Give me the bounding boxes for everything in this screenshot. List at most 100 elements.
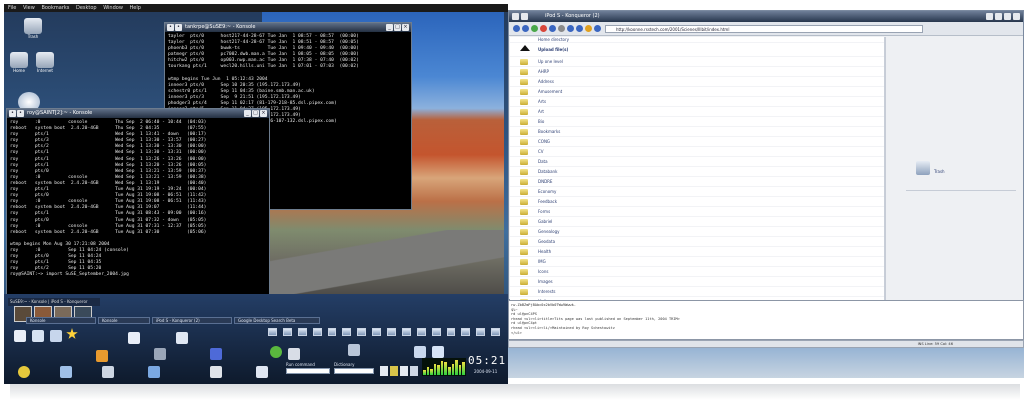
task-konsole-1[interactable]: Konsole [26, 317, 96, 324]
folder-item[interactable]: Forms [510, 207, 884, 217]
pin-icon[interactable]: • [17, 110, 24, 117]
maximize-icon[interactable] [1004, 13, 1011, 20]
help-icon[interactable] [986, 13, 993, 20]
folder-item[interactable]: CONG [510, 137, 884, 147]
kde-menu-icon[interactable] [14, 330, 26, 342]
maximize-icon[interactable]: □ [252, 110, 259, 117]
star-icon[interactable] [66, 328, 78, 339]
pin-icon[interactable]: • [175, 24, 182, 31]
folder-item[interactable]: Up one level [510, 57, 884, 67]
folder-item[interactable]: Bookmarks [510, 127, 884, 137]
pager-desktop[interactable] [401, 328, 411, 336]
task-konqueror[interactable]: iPod S - Konqueror (2) [152, 317, 232, 324]
pager-desktop[interactable] [387, 328, 396, 336]
pager-desktop[interactable] [282, 328, 292, 336]
folder-item[interactable]: Geodata [510, 237, 884, 247]
toolbar-button-icon[interactable] [531, 25, 538, 32]
settings-icon[interactable] [210, 348, 222, 360]
window-menu-icon[interactable]: • [167, 24, 174, 31]
pen-icon[interactable] [176, 332, 188, 344]
menu-file[interactable]: File [8, 5, 16, 11]
task-google-desktop[interactable]: Google Desktop Search Beta [234, 317, 320, 324]
tray-icon-4[interactable] [410, 366, 418, 376]
konqueror-titlebar[interactable]: iPod S - Konqueror (2) [509, 11, 1023, 22]
run-command-input[interactable] [286, 368, 330, 374]
mouse-icon[interactable] [210, 366, 222, 378]
pager-desktop[interactable] [327, 328, 337, 336]
toolbar-button-icon[interactable] [540, 25, 547, 32]
pager-desktop[interactable] [357, 328, 367, 336]
home-folder-icon[interactable] [32, 330, 44, 342]
desktop-icon-internet[interactable]: Internet [34, 52, 56, 73]
network-icon[interactable] [414, 346, 426, 358]
folder-item[interactable]: Address [510, 77, 884, 87]
konsole-bottom-titlebar[interactable]: • • roy@SAINT[2]:~ - Konsole _ □ × [7, 109, 269, 118]
folder-item[interactable]: Interests [510, 287, 884, 297]
clock-time[interactable]: 05:21 [468, 354, 506, 367]
konsole-top-titlebar[interactable]: • • tankrpe@SuSE9:~ - Konsole _ □ × [165, 23, 411, 32]
konsole-bottom-output[interactable]: roy :0 console Thu Sep 2 06:40 - 10:44 (… [7, 118, 269, 280]
mini-task-konqueror[interactable]: iPod S - Konqueror [51, 299, 88, 304]
reload-icon[interactable] [256, 366, 268, 378]
office-icon[interactable] [96, 350, 108, 362]
folder-item[interactable]: Amusement [510, 87, 884, 97]
pager-desktop[interactable] [372, 328, 381, 336]
folder-item[interactable]: Data [510, 157, 884, 167]
folder-item[interactable]: Arts [510, 97, 884, 107]
folder-item[interactable]: Art [510, 107, 884, 117]
toolbar-button-icon[interactable] [522, 25, 529, 32]
menu-help[interactable]: Help [130, 5, 141, 11]
toolbar-button-icon[interactable] [549, 25, 556, 32]
tray-icon-2[interactable] [390, 366, 398, 376]
folder-item[interactable]: IMG [510, 257, 884, 267]
folder-item[interactable]: Icons [510, 267, 884, 277]
toolbox-icon[interactable] [154, 348, 166, 360]
konqueror-window[interactable]: iPod S - Konqueror (2) http://koonne.rss… [508, 10, 1024, 300]
pager-desktop[interactable] [297, 328, 307, 336]
satellite-icon[interactable] [432, 346, 444, 358]
folder-item[interactable]: Gabriel [510, 217, 884, 227]
dog-icon[interactable] [348, 344, 360, 356]
editor-pane[interactable]: rw-ZbBZmPjBAbc0x2bVb0TWw9Wwwk- $%~ rd ul@p… [508, 300, 1024, 340]
editor-icon[interactable] [128, 332, 140, 344]
tray-icon-1[interactable] [380, 366, 388, 376]
toolbar-button-icon[interactable] [513, 25, 520, 32]
folder-item[interactable]: CV [510, 147, 884, 157]
folder-item[interactable]: Images [510, 277, 884, 287]
trash-panel-icon[interactable] [60, 366, 72, 378]
desktop-icon-trash[interactable]: Trash [22, 18, 44, 39]
pin-icon[interactable] [521, 13, 528, 20]
menu-desktop[interactable]: Desktop [76, 5, 97, 11]
folder-item[interactable]: Genealogy [510, 227, 884, 237]
close-icon[interactable]: × [260, 110, 267, 117]
pager-desktop[interactable] [342, 328, 352, 336]
trash-icon[interactable] [916, 161, 930, 175]
folder-item[interactable]: Feedback [510, 197, 884, 207]
menu-view[interactable]: View [23, 5, 35, 11]
tray-icon-3[interactable] [400, 366, 408, 376]
mail-icon[interactable] [102, 366, 114, 378]
mini-task-konsole[interactable]: SuSE9:~ - Konsole [10, 299, 47, 304]
desktop-icon-home[interactable]: Home [8, 52, 30, 73]
pager-desktop[interactable] [431, 328, 441, 336]
task-konsole-2[interactable]: Konsole [98, 317, 150, 324]
pager-desktop[interactable] [491, 328, 500, 336]
mini-taskbar[interactable]: SuSE9:~ - Konsole | iPod S - Konqueror [8, 298, 100, 306]
globe-app-icon[interactable] [270, 346, 282, 358]
pager-desktop[interactable] [416, 328, 426, 336]
folder-item[interactable]: Bio [510, 117, 884, 127]
menu-window[interactable]: Window [103, 5, 123, 11]
toolbar-button-icon[interactable] [558, 25, 565, 32]
pager-desktop[interactable] [461, 328, 471, 336]
sidebar-trash-label[interactable]: Trash [934, 169, 945, 174]
pager-desktop[interactable] [446, 328, 456, 336]
folder-item[interactable]: Economy [510, 187, 884, 197]
toolbar-button-icon[interactable] [594, 25, 601, 32]
minimize-icon[interactable] [995, 13, 1002, 20]
konsole-window-bottom[interactable]: • • roy@SAINT[2]:~ - Konsole _ □ × roy :… [6, 108, 270, 296]
minimize-icon[interactable]: _ [386, 24, 393, 31]
smiley-icon[interactable] [18, 366, 30, 378]
paint-icon[interactable] [148, 366, 160, 378]
dictionary-input[interactable] [334, 368, 374, 374]
maximize-icon[interactable]: □ [394, 24, 401, 31]
